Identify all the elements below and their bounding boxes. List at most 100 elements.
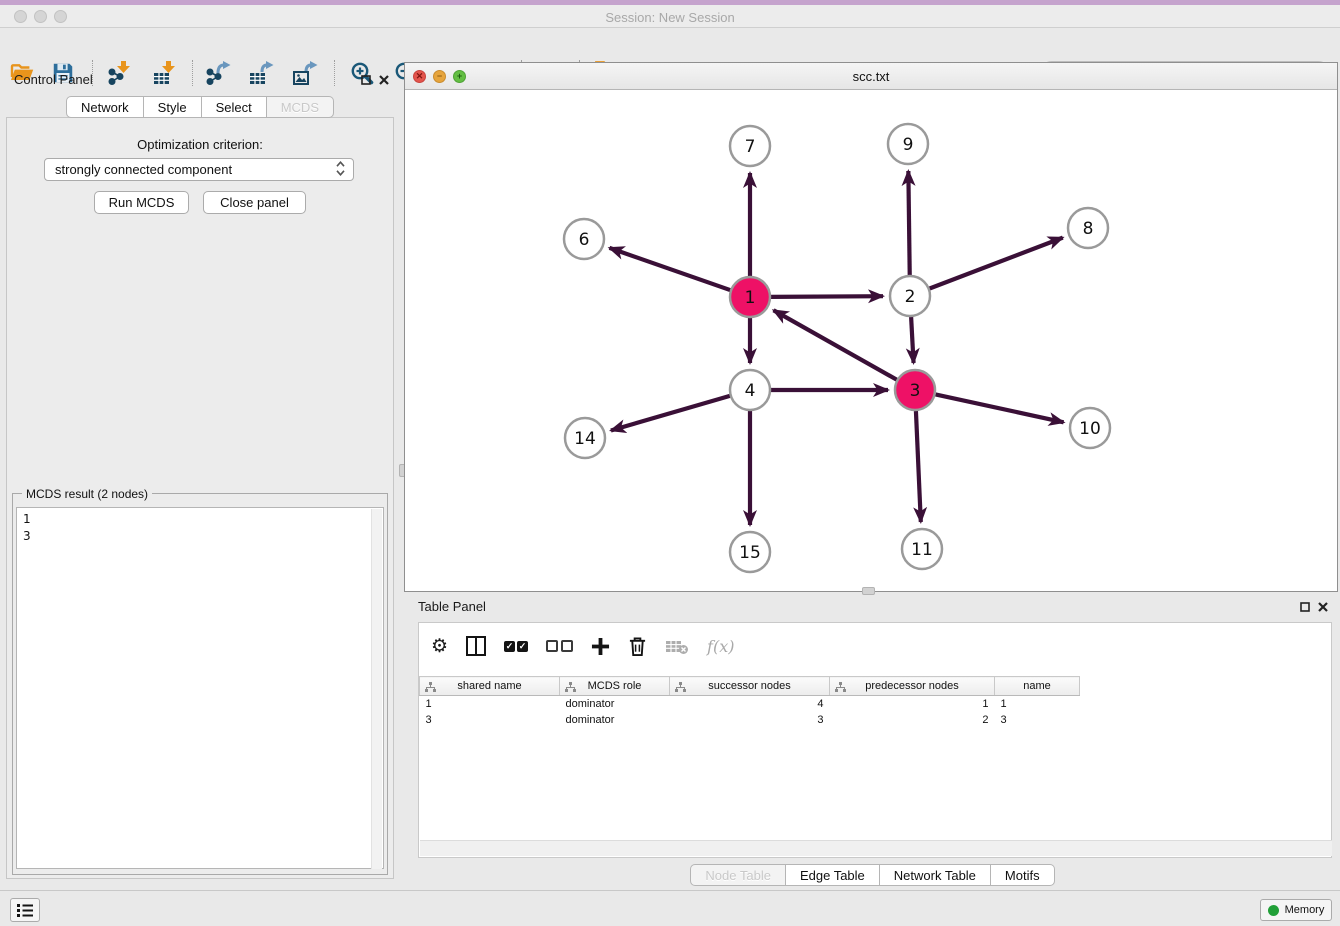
svg-text:10: 10 (1079, 419, 1101, 439)
graph-node-3[interactable]: 3 (895, 370, 935, 410)
mcds-result-scrollbar[interactable] (371, 509, 382, 869)
graph-node-7[interactable]: 7 (730, 126, 770, 166)
deselect-all-icon[interactable] (546, 633, 573, 659)
svg-text:8: 8 (1083, 219, 1094, 239)
tab-network[interactable]: Network (66, 96, 144, 118)
column-tree-icon (425, 682, 436, 695)
graph-edge-4-14[interactable] (611, 396, 730, 431)
delete-icon[interactable] (628, 633, 647, 659)
export-image-icon[interactable] (291, 59, 319, 87)
import-table-icon[interactable] (151, 59, 179, 87)
select-all-icon[interactable]: ✓✓ (504, 633, 528, 659)
column-tree-icon (675, 682, 686, 695)
graph-node-14[interactable]: 14 (565, 418, 605, 458)
tab-node-table[interactable]: Node Table (690, 864, 786, 886)
svg-text:11: 11 (911, 540, 933, 560)
graph-node-15[interactable]: 15 (730, 532, 770, 572)
table-row[interactable]: 3dominator323 (420, 712, 1080, 728)
stepper-icon (336, 161, 345, 179)
graph-edge-3-1[interactable] (774, 310, 897, 379)
optimization-criterion-label: Optimization criterion: (6, 137, 394, 152)
graph-edge-2-3[interactable] (911, 317, 913, 363)
control-panel-tabs: NetworkStyleSelectMCDS (0, 96, 400, 118)
horizontal-splitter-handle[interactable] (862, 587, 875, 595)
gear-icon[interactable]: ⚙ (431, 633, 448, 659)
column-tree-icon (565, 682, 576, 695)
network-window-title: scc.txt (405, 69, 1337, 84)
network-canvas[interactable]: 7 9 6 8 1 2 4 3 14 10 15 11 (405, 90, 1337, 591)
selected-criterion: strongly connected component (55, 162, 336, 177)
toolbar-separator (192, 60, 193, 86)
svg-text:7: 7 (745, 137, 756, 157)
tab-motifs[interactable]: Motifs (991, 864, 1055, 886)
table-panel-close-icon[interactable] (1317, 601, 1329, 613)
control-panel-float-icon[interactable] (360, 74, 372, 86)
svg-text:2: 2 (905, 287, 916, 307)
main-titlebar: Session: New Session (0, 5, 1340, 28)
svg-text:6: 6 (579, 230, 590, 250)
control-panel-close-icon[interactable] (378, 74, 390, 86)
graph-node-11[interactable]: 11 (902, 529, 942, 569)
network-window-titlebar[interactable]: ✕ − + scc.txt (405, 63, 1337, 90)
svg-text:9: 9 (903, 135, 914, 155)
svg-text:14: 14 (574, 429, 596, 449)
graph-edge-3-11[interactable] (916, 411, 921, 522)
add-icon[interactable] (591, 633, 610, 659)
table-horizontal-scrollbar[interactable] (420, 840, 1332, 856)
export-table-icon[interactable] (247, 59, 275, 87)
graph-node-4[interactable]: 4 (730, 370, 770, 410)
mcds-result-text[interactable]: 1 3 (16, 507, 384, 869)
application-window: Session: New Session (0, 0, 1340, 926)
tab-mcds[interactable]: MCDS (267, 96, 334, 118)
memory-button[interactable]: Memory (1260, 899, 1332, 921)
table-panel-float-icon[interactable] (1299, 601, 1311, 613)
optimization-criterion-select[interactable]: strongly connected component (44, 158, 354, 181)
graph-edge-2-8[interactable] (930, 238, 1063, 289)
delete-table-icon[interactable] (665, 633, 689, 659)
column-header-name[interactable]: name (995, 677, 1080, 696)
main-toolbar (0, 28, 1340, 62)
export-network-icon[interactable] (204, 59, 232, 87)
svg-text:15: 15 (739, 543, 761, 563)
tab-select[interactable]: Select (202, 96, 267, 118)
column-header-shared-name[interactable]: shared name (420, 677, 560, 696)
column-header-successor-nodes[interactable]: successor nodes (670, 677, 830, 696)
node-table-container: ⚙ ✓✓ f(x) shared nameMCDS rolesuccessor … (418, 622, 1332, 858)
mcds-result-title: MCDS result (2 nodes) (22, 487, 152, 501)
column-header-MCDS-role[interactable]: MCDS role (560, 677, 670, 696)
function-builder-icon[interactable]: f(x) (707, 633, 734, 659)
graph-node-8[interactable]: 8 (1068, 208, 1108, 248)
svg-text:1: 1 (745, 288, 756, 308)
network-graph: 7 9 6 8 1 2 4 3 14 10 15 11 (405, 90, 1337, 591)
graph-edge-1-2[interactable] (771, 296, 883, 297)
graph-edge-3-10[interactable] (936, 394, 1064, 422)
table-panel-title: Table Panel (418, 599, 486, 614)
graph-node-9[interactable]: 9 (888, 124, 928, 164)
graph-node-2[interactable]: 2 (890, 276, 930, 316)
network-view-window: ✕ − + scc.txt 7 9 6 8 1 2 4 3 14 10 15 11 (404, 62, 1338, 592)
graph-node-10[interactable]: 10 (1070, 408, 1110, 448)
graph-node-6[interactable]: 6 (564, 219, 604, 259)
list-icon (16, 902, 34, 918)
session-title: Session: New Session (0, 10, 1340, 25)
memory-button-label: Memory (1285, 904, 1325, 916)
import-network-icon[interactable] (106, 59, 134, 87)
node-table-body: 1dominator4113dominator323 (420, 696, 1080, 728)
tab-network-table[interactable]: Network Table (880, 864, 991, 886)
table-panel-tabs: Node TableEdge TableNetwork TableMotifs (405, 864, 1340, 886)
control-panel-title: Control Panel (14, 72, 93, 87)
column-header-predecessor-nodes[interactable]: predecessor nodes (830, 677, 995, 696)
graph-node-1[interactable]: 1 (730, 277, 770, 317)
graph-edge-2-9[interactable] (908, 171, 909, 275)
table-row[interactable]: 1dominator411 (420, 696, 1080, 712)
svg-text:3: 3 (910, 381, 921, 401)
graph-edge-1-6[interactable] (609, 248, 730, 290)
columns-icon[interactable] (466, 633, 486, 659)
task-history-button[interactable] (10, 898, 40, 922)
node-table-header-row: shared nameMCDS rolesuccessor nodesprede… (420, 677, 1080, 696)
run-mcds-button[interactable]: Run MCDS (94, 191, 189, 214)
svg-text:4: 4 (745, 381, 756, 401)
close-panel-button[interactable]: Close panel (203, 191, 306, 214)
tab-edge-table[interactable]: Edge Table (786, 864, 880, 886)
tab-style[interactable]: Style (144, 96, 202, 118)
